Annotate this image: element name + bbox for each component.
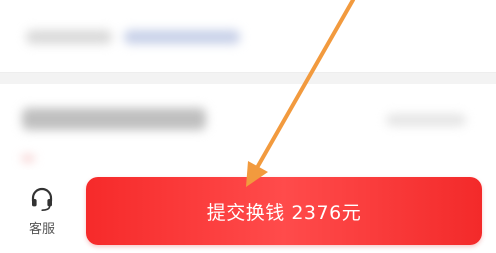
info-card-mid: [0, 84, 496, 176]
submit-exchange-button[interactable]: 提交换钱 2376元: [86, 177, 482, 245]
blurred-item-value: [386, 114, 466, 126]
blurred-red-tag: [22, 156, 34, 161]
info-card-top: [0, 0, 496, 73]
headset-icon: [31, 187, 53, 211]
customer-service-label: 客服: [28, 222, 55, 237]
customer-service-button[interactable]: 客服: [14, 186, 70, 242]
blurred-text-left: [26, 30, 112, 44]
blurred-text-right: [124, 30, 240, 44]
blurred-item-title: [22, 108, 206, 130]
